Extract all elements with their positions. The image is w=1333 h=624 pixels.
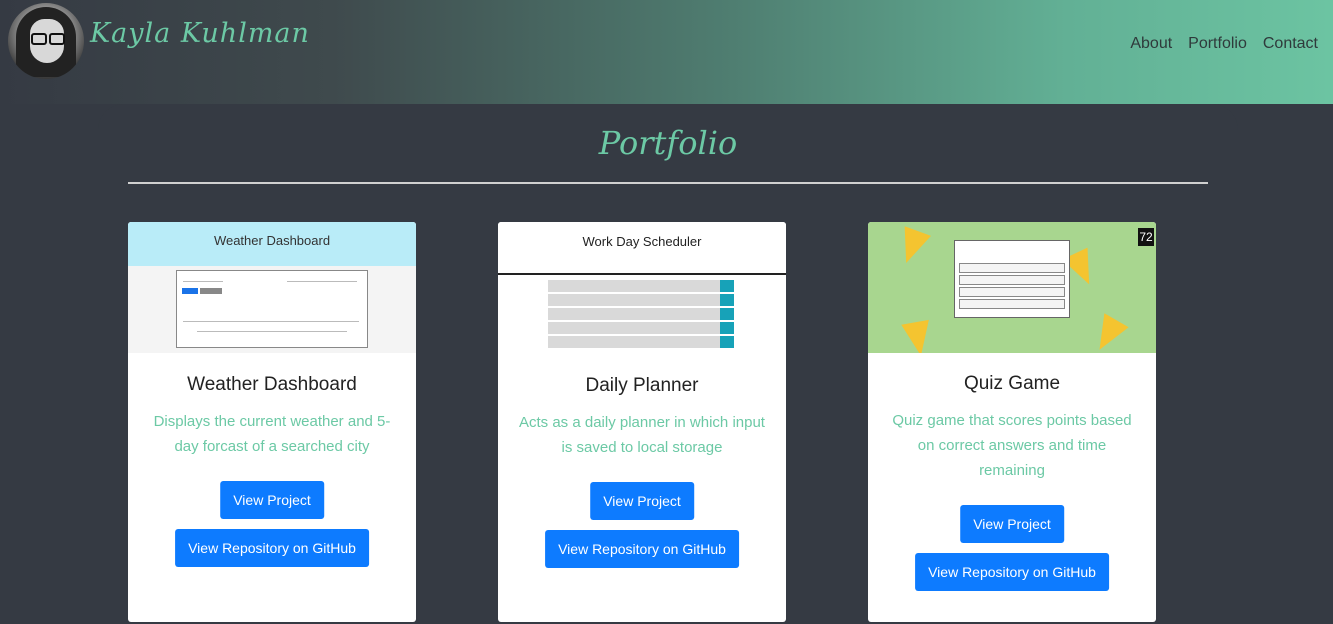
project-description: Acts as a daily planner in which input i… [519, 414, 765, 456]
project-card-weather: Weather Dashboard Weather Dashboard Disp… [128, 222, 416, 622]
title-divider [128, 182, 1208, 184]
quiz-timer: 72 [1138, 228, 1154, 246]
view-project-button[interactable]: View Project [590, 482, 694, 520]
site-name[interactable]: Kayla Kuhlman [90, 18, 310, 49]
view-project-button[interactable]: View Project [220, 481, 324, 519]
portfolio-panel: Portfolio Weather Dashboard Weather Dash… [98, 104, 1238, 624]
project-title: Daily Planner [585, 375, 699, 396]
page-title: Portfolio [598, 124, 738, 162]
nav-portfolio[interactable]: Portfolio [1188, 35, 1247, 53]
view-repository-button[interactable]: View Repository on GitHub [915, 553, 1109, 591]
project-thumbnail: Work Day Scheduler [498, 222, 786, 353]
project-title: Weather Dashboard [187, 374, 357, 395]
view-project-button[interactable]: View Project [960, 505, 1064, 543]
view-repository-button[interactable]: View Repository on GitHub [545, 530, 739, 568]
project-thumbnail: Weather Dashboard [128, 222, 416, 353]
view-repository-button[interactable]: View Repository on GitHub [175, 529, 369, 567]
project-card-planner: Work Day Scheduler Daily Planner Acts as… [498, 222, 786, 622]
nav-about[interactable]: About [1130, 35, 1172, 53]
project-card-quiz: 72 Quiz Game Quiz game that scores point… [868, 222, 1156, 622]
main-nav: About Portfolio Contact [1130, 35, 1318, 53]
nav-contact[interactable]: Contact [1263, 35, 1318, 53]
project-description: Displays the current weather and 5-day f… [153, 413, 391, 455]
site-header: Kayla Kuhlman About Portfolio Contact [0, 0, 1333, 104]
project-thumbnail: 72 [868, 222, 1156, 353]
project-title: Quiz Game [963, 373, 1061, 394]
project-description: Quiz game that scores points based on co… [892, 412, 1132, 479]
avatar [8, 3, 84, 79]
